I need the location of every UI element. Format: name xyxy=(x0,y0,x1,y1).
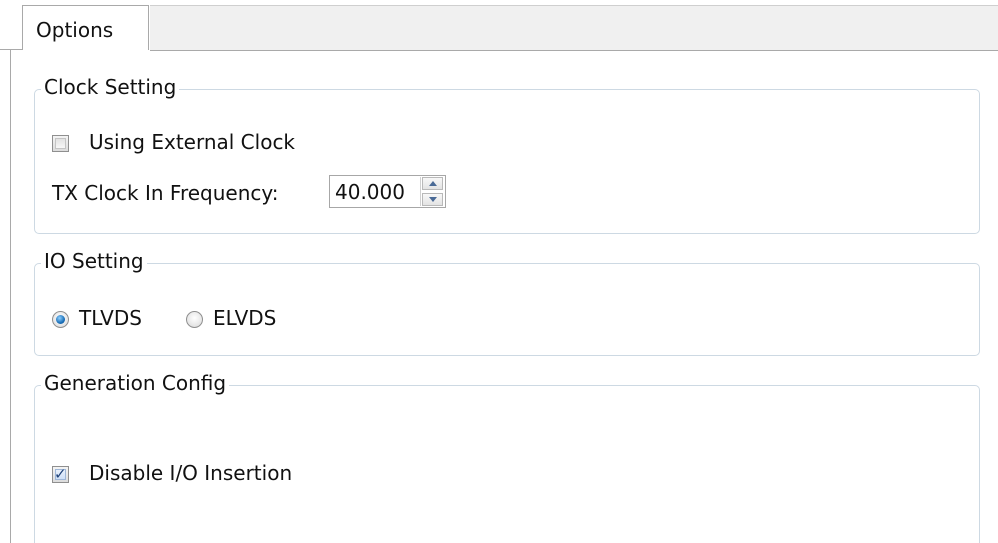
checkmark-icon: ✓ xyxy=(54,465,67,483)
radio-selected-dot xyxy=(56,315,65,324)
tlvds-radio[interactable] xyxy=(52,311,69,328)
arrow-down-icon xyxy=(429,197,437,202)
page-border xyxy=(10,49,11,543)
options-dialog: Options Clock Setting Using External Clo… xyxy=(0,0,998,543)
external-clock-checkbox[interactable] xyxy=(52,135,69,152)
generation-config-title: Generation Config xyxy=(41,371,230,395)
tab-strip: Options xyxy=(0,0,998,51)
clock-setting-group: Clock Setting xyxy=(34,75,980,234)
spin-buttons xyxy=(420,177,444,206)
tx-clock-frequency-value[interactable]: 40.000 xyxy=(335,180,405,204)
elvds-radio[interactable] xyxy=(186,311,203,328)
io-setting-group: IO Setting xyxy=(34,249,980,356)
tab-strip-divider xyxy=(0,49,22,50)
spin-up-button[interactable] xyxy=(422,177,443,190)
tab-options[interactable]: Options xyxy=(22,5,149,50)
checkbox-box xyxy=(55,138,66,149)
disable-io-insertion-checkbox[interactable]: ✓ xyxy=(52,465,69,483)
spin-down-button[interactable] xyxy=(422,193,443,206)
io-setting-title: IO Setting xyxy=(41,249,147,273)
tx-clock-frequency-spinbox[interactable]: 40.000 xyxy=(329,175,446,208)
tab-options-label: Options xyxy=(36,18,114,42)
disable-io-insertion-label[interactable]: Disable I/O Insertion xyxy=(89,461,292,485)
tab-strip-background xyxy=(150,5,998,51)
tlvds-label[interactable]: TLVDS xyxy=(79,306,142,330)
tx-clock-label: TX Clock In Frequency: xyxy=(52,181,279,205)
arrow-up-icon xyxy=(429,181,437,186)
elvds-label[interactable]: ELVDS xyxy=(213,306,276,330)
external-clock-label[interactable]: Using External Clock xyxy=(89,130,295,154)
clock-setting-title: Clock Setting xyxy=(41,75,180,99)
